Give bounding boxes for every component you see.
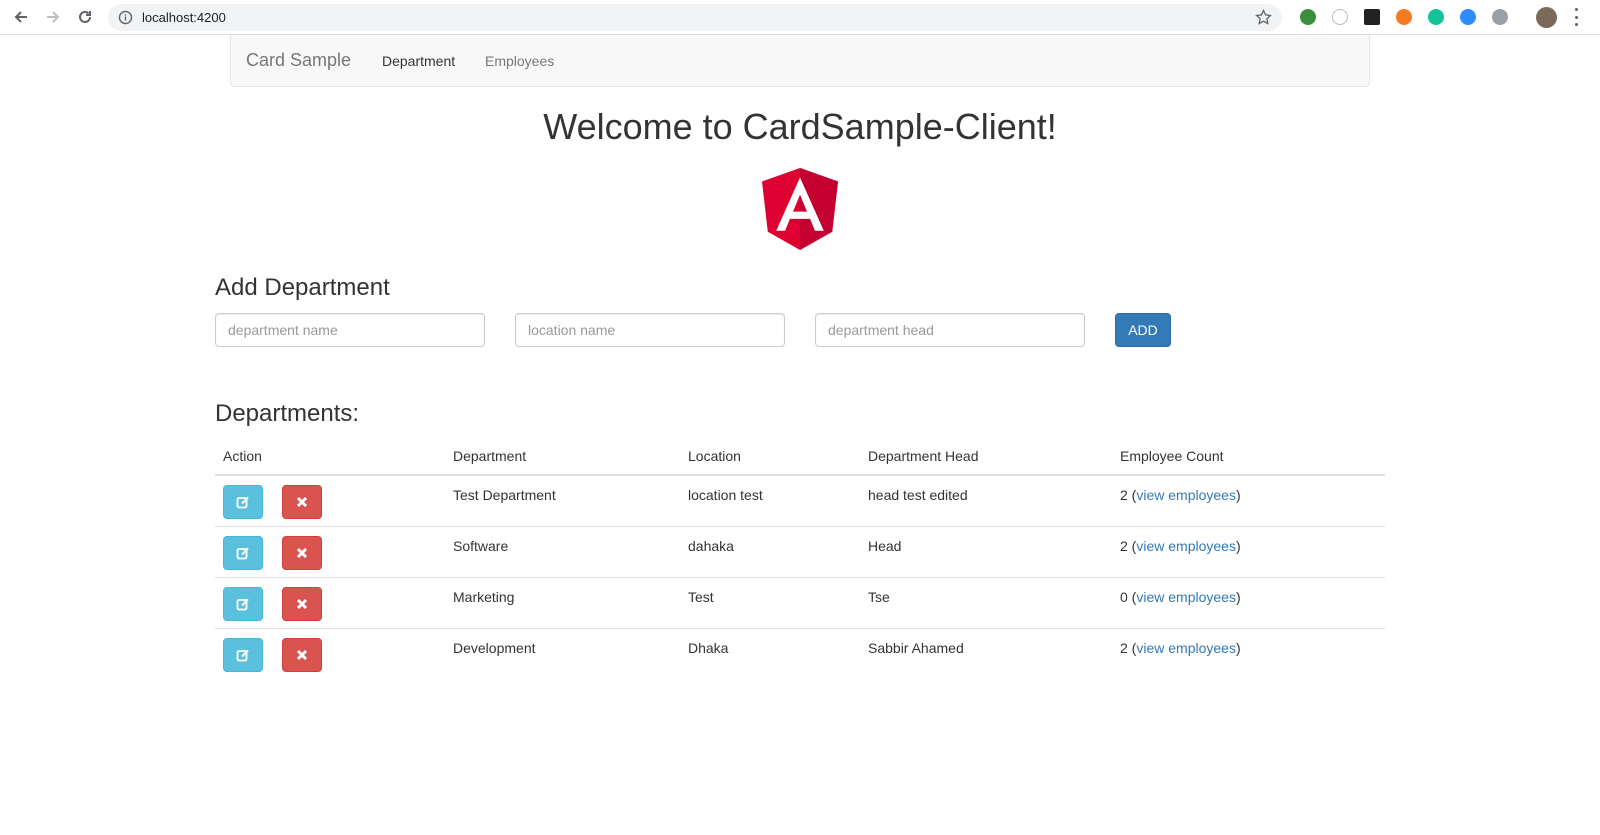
- page-title: Welcome to CardSample-Client!: [543, 106, 1057, 147]
- departments-table: Action Department Location Department He…: [215, 438, 1385, 679]
- employee-count: 0: [1120, 588, 1128, 605]
- forward-icon[interactable]: [42, 6, 64, 28]
- department-head-cell: head test edited: [868, 487, 968, 503]
- department-name-input[interactable]: [215, 313, 485, 347]
- column-header-location: Location: [680, 438, 860, 476]
- action-cell: [215, 576, 445, 628]
- employee-count: 2: [1120, 537, 1128, 554]
- table-row: Development Dhaka Sabbir Ahamed 2 (view …: [215, 627, 1385, 679]
- extension-icon[interactable]: [1364, 9, 1380, 25]
- action-cell: [215, 525, 445, 577]
- table-row: Software dahaka Head 2 (view employees): [215, 525, 1385, 577]
- info-icon[interactable]: [118, 10, 133, 25]
- close-icon: [296, 598, 308, 609]
- department-head-cell: Sabbir Ahamed: [860, 627, 1112, 679]
- employee-count-cell: 2 (view employees): [1112, 525, 1385, 577]
- view-employees-link[interactable]: view employees: [1136, 640, 1236, 656]
- column-header-employee-count: Employee Count: [1112, 438, 1385, 476]
- edit-button[interactable]: [223, 637, 263, 672]
- extension-icon[interactable]: [1492, 9, 1508, 25]
- extension-icon[interactable]: [1396, 9, 1412, 25]
- edit-icon: [236, 598, 249, 610]
- edit-button[interactable]: [223, 586, 263, 621]
- view-employees-link[interactable]: view employees: [1136, 487, 1236, 503]
- edit-button[interactable]: [223, 485, 263, 519]
- close-icon: [296, 496, 308, 508]
- extension-icon[interactable]: [1332, 9, 1348, 25]
- location-cell: dahaka: [680, 525, 860, 577]
- department-head-cell: Tse: [860, 576, 1112, 628]
- close-icon: [296, 649, 308, 660]
- department-cell: Marketing: [445, 576, 680, 628]
- reload-icon[interactable]: [74, 6, 96, 28]
- view-employees-link[interactable]: view employees: [1136, 538, 1236, 554]
- delete-button[interactable]: [282, 485, 322, 519]
- back-icon[interactable]: [10, 6, 32, 28]
- edit-icon: [236, 547, 249, 559]
- location-name-input[interactable]: [515, 313, 785, 347]
- action-cell: [215, 475, 445, 526]
- column-header-department-head: Department Head: [860, 438, 1112, 476]
- url-text: localhost:4200: [142, 10, 226, 25]
- extension-icon[interactable]: [1300, 9, 1316, 25]
- delete-button[interactable]: [282, 637, 322, 672]
- departments-title: Departments:: [215, 400, 360, 427]
- address-bar[interactable]: localhost:4200: [108, 4, 1282, 31]
- employee-count-cell: 2 (view employees): [1120, 487, 1241, 503]
- grammarly-icon[interactable]: [1428, 9, 1444, 25]
- column-header-department: Department: [445, 438, 680, 476]
- delete-button[interactable]: [282, 535, 322, 570]
- column-header-action: Action: [215, 438, 445, 476]
- department-cell: Software: [445, 525, 680, 577]
- employee-count: 2: [1120, 639, 1128, 656]
- table-row: Test Department location test head test …: [215, 475, 1385, 526]
- angular-logo-icon: [762, 168, 838, 250]
- browser-menu-icon[interactable]: [1573, 8, 1579, 26]
- nav-link-employees[interactable]: Employees: [485, 53, 554, 69]
- zoom-icon[interactable]: [1460, 9, 1476, 25]
- department-head-cell: Head: [860, 525, 1112, 577]
- department-cell: Development: [445, 627, 680, 679]
- location-cell: Dhaka: [680, 627, 860, 679]
- department-cell: Test Department: [453, 487, 556, 503]
- table-row: Marketing Test Tse 0 (view employees): [215, 576, 1385, 628]
- department-head-input[interactable]: [815, 313, 1085, 347]
- edit-button[interactable]: [223, 535, 263, 570]
- edit-icon: [236, 496, 249, 509]
- location-cell: Test: [680, 576, 860, 628]
- app-navbar: Card Sample Department Employees: [230, 35, 1370, 87]
- delete-button[interactable]: [282, 586, 322, 621]
- navbar-brand[interactable]: Card Sample: [246, 50, 351, 71]
- close-icon: [296, 547, 308, 558]
- table-header-row: Action Department Location Department He…: [215, 438, 1385, 476]
- bookmark-star-icon[interactable]: [1255, 8, 1272, 26]
- action-cell: [215, 627, 445, 679]
- browser-toolbar: localhost:4200: [0, 0, 1600, 35]
- view-employees-link[interactable]: view employees: [1136, 589, 1236, 605]
- add-button[interactable]: ADD: [1115, 313, 1171, 347]
- location-cell: location test: [688, 487, 763, 503]
- nav-link-department[interactable]: Department: [382, 53, 455, 69]
- employee-count-cell: 0 (view employees): [1112, 576, 1385, 628]
- employee-count: 2: [1120, 487, 1128, 503]
- edit-icon: [236, 649, 249, 661]
- add-department-title: Add Department: [215, 274, 390, 301]
- profile-avatar[interactable]: [1536, 7, 1557, 28]
- employee-count-cell: 2 (view employees): [1112, 627, 1385, 679]
